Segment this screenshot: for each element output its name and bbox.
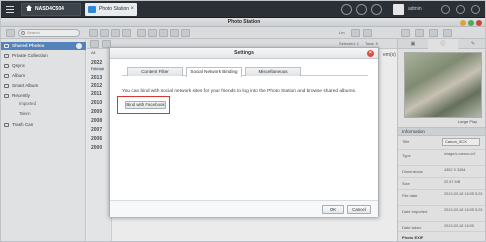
user-name[interactable]: admin <box>408 4 422 15</box>
main-menu-icon[interactable] <box>6 6 14 13</box>
tab-content-filter[interactable]: Content Filter <box>127 67 183 76</box>
user-avatar[interactable] <box>393 4 404 15</box>
notification-icon[interactable] <box>371 4 382 15</box>
tab-social-network-binding[interactable]: Social Network Binding <box>186 67 242 77</box>
dashboard-icon[interactable] <box>456 5 465 14</box>
home-icon <box>26 5 32 11</box>
screenshot-frame: NASD4C504 Photo Station × admin Photo St… <box>0 0 486 242</box>
settings-tabs: Content Filter Social Network Binding Mi… <box>122 67 368 77</box>
photo-station-taskbar-tab[interactable]: Photo Station × <box>85 3 137 16</box>
tab-miscellaneous[interactable]: Miscellaneous <box>245 67 301 76</box>
dialog-footer: OK Cancel <box>110 200 378 217</box>
info-icon[interactable] <box>471 5 480 14</box>
search-icon[interactable] <box>341 4 352 15</box>
settings-dialog: Settings × Content Filter Social Network… <box>109 47 379 217</box>
taskbar: NASD4C504 Photo Station × admin <box>1 1 485 18</box>
close-tab-icon[interactable]: × <box>130 3 134 16</box>
app-tab-label: Photo Station <box>99 6 130 12</box>
cancel-button[interactable]: Cancel <box>347 205 371 214</box>
dialog-title: Settings <box>234 50 254 56</box>
options-icon[interactable] <box>441 5 450 14</box>
photo-station-app-icon <box>88 6 96 13</box>
nas-home-button[interactable]: NASD4C504 <box>21 3 81 16</box>
bind-with-facebook-button[interactable]: Bind with Facebook <box>125 101 166 109</box>
nas-name: NASD4C504 <box>35 6 64 12</box>
close-dialog-icon[interactable]: × <box>367 50 374 57</box>
social-binding-description: You can bind with social network sites f… <box>122 89 357 94</box>
dialog-titlebar: Settings × <box>110 48 378 59</box>
background-task-icon[interactable] <box>356 4 367 15</box>
ok-button[interactable]: OK <box>322 205 344 214</box>
